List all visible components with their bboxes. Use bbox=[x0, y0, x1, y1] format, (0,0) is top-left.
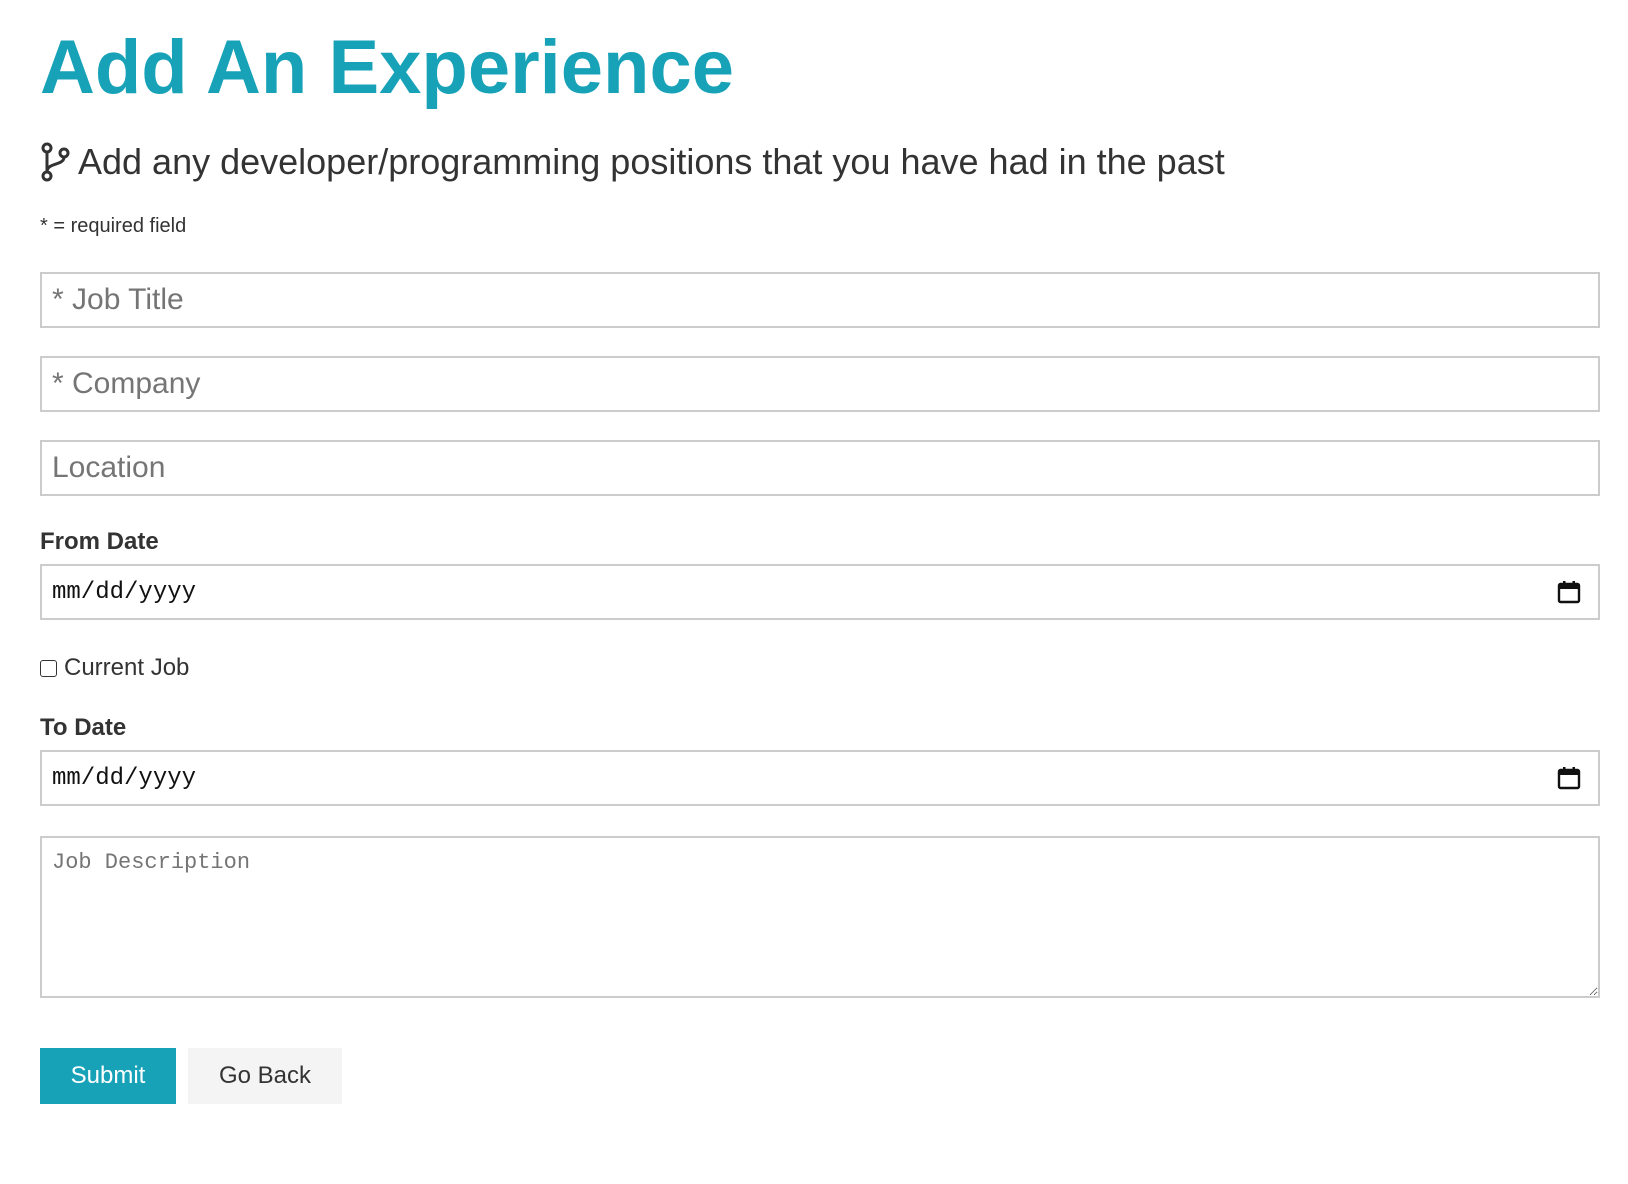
to-date-input[interactable]: mm/dd/yyyy bbox=[40, 750, 1600, 806]
calendar-icon[interactable] bbox=[1556, 579, 1582, 605]
current-job-label[interactable]: Current Job bbox=[64, 654, 189, 682]
current-job-checkbox[interactable] bbox=[40, 659, 57, 677]
experience-form: From Date mm/dd/yyyy Current Job To Date… bbox=[40, 272, 1600, 1104]
page-lead: Add any developer/programming positions … bbox=[40, 140, 1600, 184]
current-job-row: Current Job bbox=[40, 654, 1600, 682]
to-date-value: mm/dd/yyyy bbox=[52, 764, 197, 792]
page-title: Add An Experience bbox=[40, 25, 735, 110]
location-input[interactable] bbox=[40, 440, 1600, 496]
from-date-value: mm/dd/yyyy bbox=[52, 578, 197, 606]
calendar-icon[interactable] bbox=[1556, 765, 1582, 791]
required-field-note: * = required field bbox=[40, 215, 187, 237]
form-actions: Submit Go Back bbox=[40, 1048, 1600, 1104]
go-back-button[interactable]: Go Back bbox=[188, 1048, 342, 1104]
job-description-textarea[interactable] bbox=[40, 836, 1600, 998]
experience-form-page: Add An Experience Add any developer/prog… bbox=[40, 0, 1600, 1104]
lead-text: Add any developer/programming positions … bbox=[78, 141, 1225, 182]
submit-button[interactable]: Submit bbox=[40, 1048, 176, 1104]
from-date-label: From Date bbox=[40, 528, 159, 555]
code-branch-icon bbox=[40, 142, 70, 182]
job-title-input[interactable] bbox=[40, 272, 1600, 328]
from-date-input[interactable]: mm/dd/yyyy bbox=[40, 564, 1600, 620]
company-input[interactable] bbox=[40, 356, 1600, 412]
to-date-label: To Date bbox=[40, 714, 127, 741]
